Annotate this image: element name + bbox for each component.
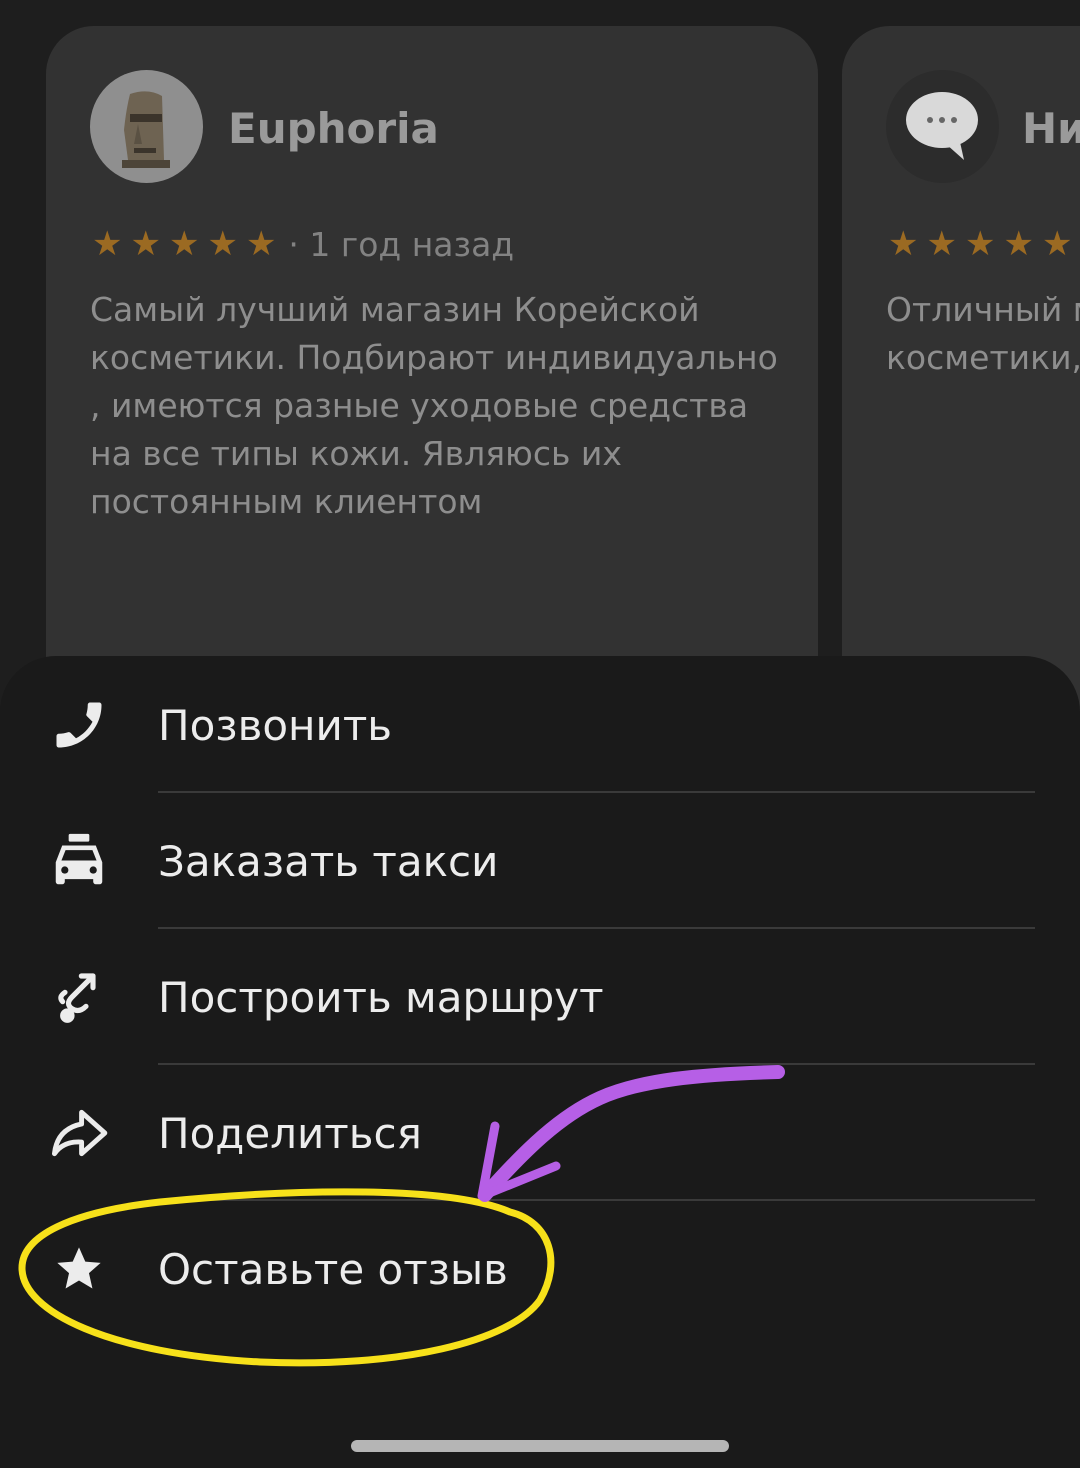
- review-card[interactable]: Euphoria ★ ★ ★ ★ ★ · 1 год назад Самый л…: [46, 26, 818, 726]
- avatar: [90, 70, 203, 183]
- menu-item-label: Поделиться: [158, 1108, 422, 1158]
- menu-item-taxi[interactable]: Заказать такси: [0, 793, 1080, 929]
- menu-item-call[interactable]: Позвонить: [0, 657, 1080, 793]
- route-icon: [44, 962, 114, 1032]
- rating-star-icon: ★: [964, 224, 996, 264]
- taxi-icon: [44, 826, 114, 896]
- review-text-line: косметики,: [886, 338, 1080, 377]
- review-author[interactable]: Ни: [1022, 104, 1080, 153]
- review-card[interactable]: Ни ★ ★ ★ ★ ★ Отличный м косметики,: [842, 26, 1080, 726]
- review-text-line: Отличный м: [886, 290, 1080, 329]
- menu-item-label: Оставьте отзыв: [158, 1244, 508, 1294]
- screen: Euphoria ★ ★ ★ ★ ★ · 1 год назад Самый л…: [0, 0, 1080, 1468]
- star-icon: [44, 1234, 114, 1304]
- home-indicator[interactable]: [351, 1440, 729, 1452]
- rating-star-icon: ★: [1003, 224, 1034, 264]
- rating-row: ★ ★ ★ ★ ★: [888, 222, 1080, 266]
- avatar: [886, 70, 999, 183]
- menu-item-label: Заказать такси: [158, 836, 499, 886]
- rating-star-icon: ★: [888, 224, 919, 264]
- phone-icon: [44, 690, 114, 760]
- review-date: · 1 год назад: [288, 224, 515, 264]
- rating-star-icon: ★: [92, 224, 123, 264]
- share-icon: [44, 1098, 114, 1168]
- review-text: Отличный м косметики,: [886, 286, 1080, 382]
- rating-star-icon: ★: [926, 224, 957, 264]
- menu-item-label: Построить маршрут: [158, 972, 604, 1022]
- rating-star-icon: ★: [245, 224, 277, 264]
- speech-bubble-icon: [906, 92, 978, 160]
- rating-star-icon: ★: [207, 224, 238, 264]
- menu-item-label: Позвонить: [158, 700, 393, 750]
- rating-star-icon: ★: [168, 224, 200, 264]
- rating-row: ★ ★ ★ ★ ★ · 1 год назад: [92, 222, 514, 266]
- review-text: Самый лучший магазин Корейской косметики…: [90, 290, 778, 521]
- review-author[interactable]: Euphoria: [228, 104, 439, 153]
- rating-star-icon: ★: [130, 224, 161, 264]
- rating-star-icon: ★: [1041, 224, 1073, 264]
- moai-icon: [122, 91, 170, 168]
- menu-item-route[interactable]: Построить маршрут: [0, 929, 1080, 1065]
- menu-item-share[interactable]: Поделиться: [0, 1065, 1080, 1201]
- menu-item-leave-review[interactable]: Оставьте отзыв: [0, 1201, 1080, 1337]
- actions-sheet: Позвонить Заказать такси Построить маршр…: [0, 656, 1080, 1468]
